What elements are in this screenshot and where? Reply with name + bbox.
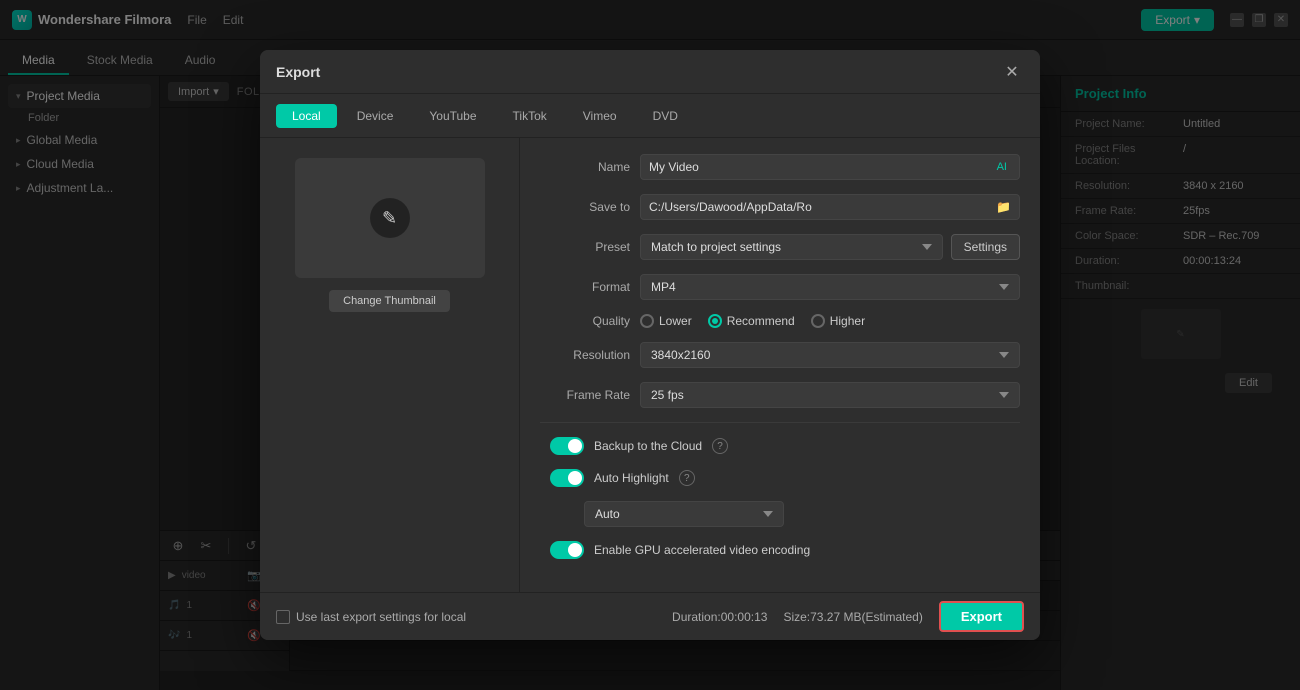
radio-higher [811, 314, 825, 328]
framerate-select[interactable]: 25 fps [640, 382, 1020, 408]
export-modal: Export ✕ Local Device YouTube TikTok Vim… [260, 50, 1040, 640]
toggle-row-backup: Backup to the Cloud ? [540, 437, 1020, 455]
modal-body: ✎ Change Thumbnail Name AI Save to [260, 138, 1040, 592]
export-tab-device[interactable]: Device [341, 104, 410, 128]
use-last-checkbox[interactable] [276, 610, 290, 624]
form-label-name: Name [540, 160, 630, 174]
export-tab-vimeo[interactable]: Vimeo [567, 104, 633, 128]
form-label-quality: Quality [540, 314, 630, 328]
thumbnail-preview: ✎ [295, 158, 485, 278]
form-row-resolution: Resolution 3840x2160 [540, 342, 1020, 368]
form-label-preset: Preset [540, 240, 630, 254]
export-tab-dvd[interactable]: DVD [637, 104, 694, 128]
save-to-input-wrapper: 📁 [640, 194, 1020, 220]
footer-export-button[interactable]: Export [939, 601, 1024, 632]
modal-close-button[interactable]: ✕ [1000, 60, 1024, 84]
format-select[interactable]: MP4 [640, 274, 1020, 300]
preset-select[interactable]: Match to project settings [640, 234, 943, 260]
gpu-toggle[interactable] [550, 541, 584, 559]
backup-help-icon[interactable]: ? [712, 438, 728, 454]
auto-select[interactable]: Auto [584, 501, 784, 527]
form-row-save-to: Save to 📁 [540, 194, 1020, 220]
toggle-row-auto-highlight: Auto Highlight ? [540, 469, 1020, 487]
highlight-help-icon[interactable]: ? [679, 470, 695, 486]
use-last-settings[interactable]: Use last export settings for local [276, 610, 466, 624]
folder-icon[interactable]: 📁 [996, 200, 1011, 214]
modal-header: Export ✕ [260, 50, 1040, 94]
use-last-label: Use last export settings for local [296, 610, 466, 624]
auto-highlight-toggle[interactable] [550, 469, 584, 487]
radio-recommend [708, 314, 722, 328]
footer-info: Duration:00:00:13 Size:73.27 MB(Estimate… [672, 601, 1024, 632]
quality-higher-label: Higher [830, 314, 865, 328]
form-label-framerate: Frame Rate [540, 388, 630, 402]
modal-title: Export [276, 64, 320, 80]
gpu-label: Enable GPU accelerated video encoding [594, 543, 810, 557]
divider-1 [540, 422, 1020, 423]
auto-highlight-label: Auto Highlight [594, 471, 669, 485]
export-tab-local[interactable]: Local [276, 104, 337, 128]
ai-icon-button[interactable]: AI [993, 161, 1011, 173]
backup-cloud-label: Backup to the Cloud [594, 439, 702, 453]
export-tab-youtube[interactable]: YouTube [413, 104, 492, 128]
name-input-wrapper: AI [640, 154, 1020, 180]
export-tab-tiktok[interactable]: TikTok [497, 104, 563, 128]
quality-lower[interactable]: Lower [640, 314, 692, 328]
quality-recommend[interactable]: Recommend [708, 314, 795, 328]
save-to-input[interactable] [641, 195, 996, 219]
settings-button[interactable]: Settings [951, 234, 1020, 260]
form-row-quality: Quality Lower Recommend [540, 314, 1020, 328]
backup-cloud-toggle[interactable] [550, 437, 584, 455]
export-tabs: Local Device YouTube TikTok Vimeo DVD [260, 94, 1040, 138]
modal-left: ✎ Change Thumbnail [260, 138, 520, 592]
radio-dot [712, 318, 718, 324]
auto-dropdown-row: Auto [540, 501, 1020, 527]
change-thumbnail-button[interactable]: Change Thumbnail [329, 290, 450, 312]
modal-overlay: Export ✕ Local Device YouTube TikTok Vim… [0, 0, 1300, 690]
form-row-preset: Preset Match to project settings Setting… [540, 234, 1020, 260]
quality-lower-label: Lower [659, 314, 692, 328]
quality-higher[interactable]: Higher [811, 314, 865, 328]
footer-duration: Duration:00:00:13 [672, 610, 767, 624]
form-row-format: Format MP4 [540, 274, 1020, 300]
modal-form: Name AI Save to 📁 Preset [520, 138, 1040, 592]
pencil-icon: ✎ [370, 198, 410, 238]
form-label-save-to: Save to [540, 200, 630, 214]
form-label-resolution: Resolution [540, 348, 630, 362]
quality-recommend-label: Recommend [727, 314, 795, 328]
radio-lower [640, 314, 654, 328]
preset-row: Match to project settings Settings [640, 234, 1020, 260]
form-row-name: Name AI [540, 154, 1020, 180]
footer-size: Size:73.27 MB(Estimated) [783, 610, 922, 624]
quality-options: Lower Recommend Higher [640, 314, 1020, 328]
form-label-format: Format [540, 280, 630, 294]
resolution-select[interactable]: 3840x2160 [640, 342, 1020, 368]
modal-footer: Use last export settings for local Durat… [260, 592, 1040, 640]
name-input[interactable] [641, 155, 993, 179]
toggle-row-gpu: Enable GPU accelerated video encoding [540, 541, 1020, 559]
form-row-framerate: Frame Rate 25 fps [540, 382, 1020, 408]
